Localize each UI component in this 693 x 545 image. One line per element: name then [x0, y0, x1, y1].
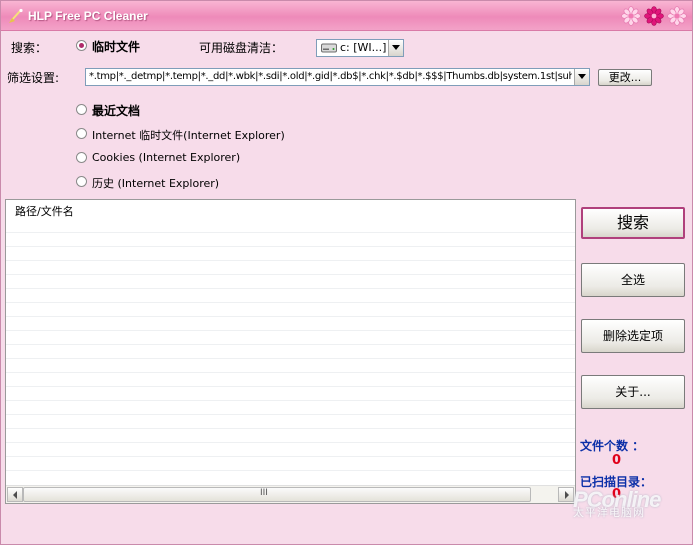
list-header: 路径/文件名	[6, 200, 575, 220]
hard-drive-icon	[321, 43, 337, 53]
pconline-watermark-sub: 太平洋电脑网	[573, 506, 645, 519]
broom-icon	[9, 8, 23, 23]
horizontal-scrollbar[interactable]: III	[6, 485, 575, 503]
filter-label: 筛选设置:	[7, 71, 60, 85]
scroll-left-button[interactable]	[7, 487, 23, 502]
results-list[interactable]: 路径/文件名 III	[5, 199, 576, 504]
disk-select-value: c: [WI...]	[340, 41, 387, 54]
disk-dropdown-arrow[interactable]	[388, 40, 403, 56]
disk-select[interactable]: c: [WI...]	[316, 39, 404, 57]
list-body[interactable]	[6, 219, 575, 483]
delete-selected-button[interactable]: 删除选定项	[581, 319, 685, 353]
minimize-flower-icon[interactable]	[621, 6, 641, 26]
app-window: HLP Free PC Cleaner 搜索： 临时文件 可用磁盘清洁： c: …	[0, 0, 693, 545]
filter-dropdown-arrow[interactable]	[574, 69, 589, 85]
filter-select-value: *.tmp|*._detmp|*.temp|*._dd|*.wbk|*.sdi|…	[89, 71, 572, 82]
radio-recent-docs[interactable]	[76, 104, 87, 115]
scroll-thumb-grip: III	[260, 488, 268, 498]
radio-temp-files-label[interactable]: 临时文件	[92, 38, 140, 55]
radio-internet-temp[interactable]	[76, 128, 87, 139]
about-button[interactable]: 关于...	[581, 375, 685, 409]
column-header-path[interactable]: 路径/文件名	[15, 203, 74, 219]
chevron-right-icon	[565, 491, 569, 499]
maximize-flower-icon[interactable]	[644, 6, 664, 26]
close-flower-icon[interactable]	[667, 6, 687, 26]
radio-history-label[interactable]: 历史 (Internet Explorer)	[92, 175, 219, 191]
chevron-left-icon	[13, 491, 17, 499]
scroll-thumb[interactable]: III	[23, 487, 531, 502]
radio-cookies[interactable]	[76, 152, 87, 163]
file-count-value: 0	[612, 453, 622, 468]
window-title: HLP Free PC Cleaner	[28, 9, 148, 23]
search-label: 搜索：	[11, 41, 48, 55]
scroll-right-button[interactable]	[558, 487, 574, 502]
disk-label: 可用磁盘清洁：	[199, 41, 284, 55]
radio-history[interactable]	[76, 176, 87, 187]
change-filter-button[interactable]: 更改...	[598, 69, 652, 86]
radio-cookies-label[interactable]: Cookies (Internet Explorer)	[92, 151, 240, 164]
radio-recent-docs-label[interactable]: 最近文档	[92, 102, 140, 119]
radio-internet-temp-label[interactable]: Internet 临时文件(Internet Explorer)	[92, 127, 285, 143]
select-all-button[interactable]: 全选	[581, 263, 685, 297]
title-bar[interactable]: HLP Free PC Cleaner	[1, 1, 692, 31]
search-button[interactable]: 搜索	[581, 207, 685, 239]
filter-select[interactable]: *.tmp|*._detmp|*.temp|*._dd|*.wbk|*.sdi|…	[85, 68, 590, 86]
radio-temp-files[interactable]	[76, 40, 87, 51]
file-count-label: 文件个数 ：	[580, 439, 645, 453]
